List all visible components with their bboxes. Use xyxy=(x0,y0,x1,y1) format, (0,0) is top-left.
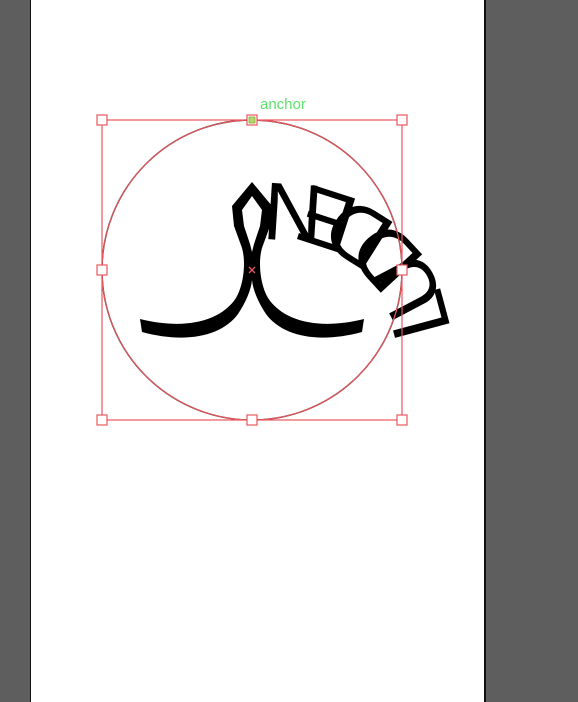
handle-top-right[interactable] xyxy=(396,114,408,126)
handle-bottom-right[interactable] xyxy=(396,414,408,426)
handle-top-left[interactable] xyxy=(96,114,108,126)
handle-bottom-left[interactable] xyxy=(96,414,108,426)
handle-middle-left[interactable] xyxy=(96,264,108,276)
anchor-handle[interactable] xyxy=(246,114,258,126)
workspace: LUDDEN anchor xyxy=(0,0,578,702)
handle-bottom-middle[interactable] xyxy=(246,414,258,426)
anchor-label: anchor xyxy=(260,96,306,113)
handle-middle-right[interactable] xyxy=(396,264,408,276)
